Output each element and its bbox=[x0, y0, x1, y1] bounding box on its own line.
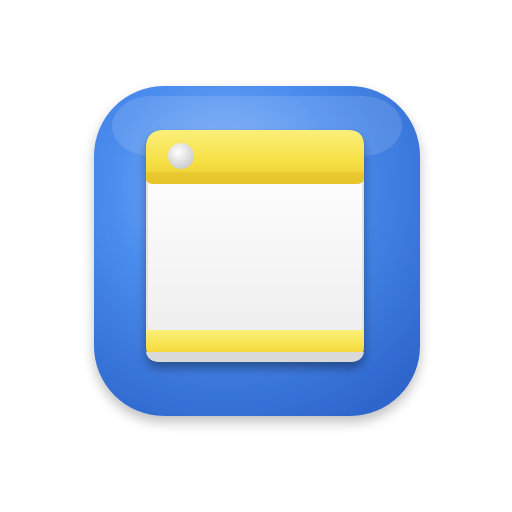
window-dot-icon bbox=[168, 143, 194, 169]
window-panel bbox=[146, 130, 364, 362]
icon-canvas bbox=[0, 0, 512, 512]
window-body bbox=[148, 160, 362, 338]
window-app-icon bbox=[94, 86, 420, 416]
bottom-bar bbox=[146, 330, 364, 362]
